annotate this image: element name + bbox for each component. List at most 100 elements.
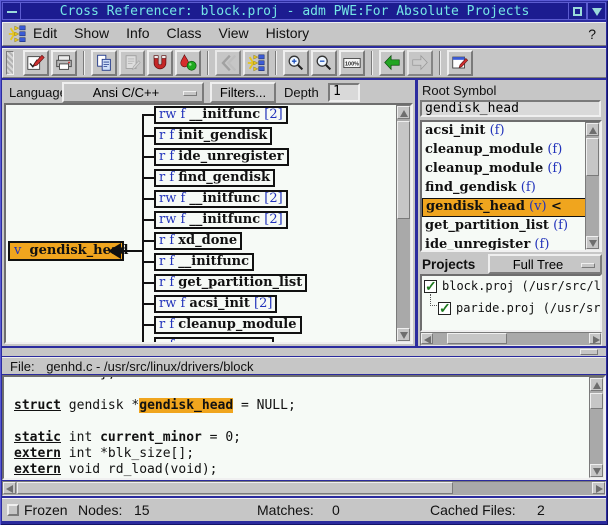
symbol-list-scrollbar[interactable] [585, 122, 600, 250]
menu-edit[interactable]: Edit [33, 25, 57, 41]
node-access-kind: rw f [159, 212, 189, 227]
properties-button[interactable] [447, 50, 473, 76]
symbol-row[interactable]: gendisk_head (v) < [422, 198, 600, 217]
scroll-up-button[interactable] [586, 123, 599, 136]
forward-button[interactable] [407, 50, 433, 76]
check-icon: ✓ [425, 278, 437, 295]
root-symbol-field[interactable]: gendisk_head [420, 100, 601, 117]
option-menu-indicator-icon [581, 263, 595, 268]
symbol-name: ide_unregister [425, 237, 530, 252]
symbol-row[interactable]: find_gendisk (f) [422, 179, 600, 198]
node-access-kind: rw f [159, 107, 189, 122]
title-bar[interactable]: Cross Referencer: block.proj - adm PWE:F… [2, 2, 606, 20]
tree-node[interactable]: r f ide_unregister [154, 148, 289, 166]
tree-node[interactable]: rw f __initfunc [2] [154, 211, 288, 229]
symbol-row[interactable]: ide_unregister (f) [422, 236, 600, 252]
toolbar-separator [207, 51, 209, 75]
tree-node[interactable]: r f __initfunc [154, 253, 254, 271]
scroll-right-button[interactable] [592, 482, 605, 494]
sash-handle[interactable] [580, 349, 598, 355]
code-vertical-scrollbar[interactable] [589, 377, 604, 478]
maximize-button[interactable] [568, 2, 587, 20]
menu-show[interactable]: Show [74, 25, 109, 41]
project-item[interactable]: block.proj (/usr/src/li [442, 279, 602, 295]
project-item[interactable]: paride.proj (/usr/src [456, 301, 602, 317]
tree-root-node[interactable]: v gendisk_head [8, 241, 124, 261]
depth-field[interactable]: 1 [328, 83, 360, 102]
projects-horizontal-scrollbar[interactable] [420, 332, 602, 346]
magnet-button[interactable] [147, 50, 173, 76]
scroll-down-button[interactable] [397, 328, 410, 341]
edit-check-icon [26, 53, 46, 73]
menu-class[interactable]: Class [167, 25, 202, 41]
toolbar-grip[interactable] [6, 51, 14, 75]
back-button[interactable] [379, 50, 405, 76]
properties-icon [450, 53, 470, 73]
tree-node[interactable]: rw f __initfunc [2] [154, 106, 288, 124]
scroll-right-button[interactable] [589, 333, 601, 344]
filters-button[interactable]: Filters... [210, 82, 276, 103]
scroll-left-button[interactable] [3, 482, 16, 494]
scroll-thumb[interactable] [586, 138, 599, 176]
tree-vertical-scrollbar[interactable] [396, 105, 411, 342]
colorize-button[interactable] [175, 50, 201, 76]
node-name: get_partition_list [178, 275, 302, 290]
tree-node[interactable]: r f get_partition_list [154, 274, 307, 292]
frozen-checkbox[interactable] [7, 504, 19, 516]
menu-info[interactable]: Info [126, 25, 149, 41]
language-dropdown[interactable]: Ansi C/C++ [62, 82, 204, 103]
symbol-row[interactable]: get_partition_list (f) [422, 217, 600, 236]
tree-node[interactable]: rw f __initfunc [2] [154, 190, 288, 208]
tree-node-clipped[interactable]: r f [154, 337, 274, 344]
scroll-up-button[interactable] [590, 378, 603, 391]
reference-tree-panel[interactable]: v gendisk_head rw f __initfunc [2] r f in… [4, 103, 413, 344]
scroll-thumb[interactable] [590, 393, 603, 409]
symbol-row[interactable]: cleanup_module (f) [422, 160, 600, 179]
scroll-thumb[interactable] [17, 482, 453, 494]
source-code-panel[interactable]: };struct gendisk *gendisk_head = NULL;st… [2, 375, 606, 480]
projects-list[interactable]: ✓ block.proj (/usr/src/li ✓ paride.proj (/u… [420, 274, 602, 332]
code-line [4, 414, 587, 430]
node-count: [2] [250, 296, 273, 311]
scroll-up-button[interactable] [397, 106, 410, 119]
scroll-thumb[interactable] [447, 333, 507, 344]
scroll-left-button[interactable] [421, 333, 433, 344]
menu-history[interactable]: History [266, 25, 310, 41]
symbol-name: cleanup_module [425, 161, 543, 176]
zoom-out-button[interactable] [311, 50, 337, 76]
print-button[interactable] [51, 50, 77, 76]
scroll-down-button[interactable] [586, 236, 599, 249]
edit-check-button[interactable] [23, 50, 49, 76]
code-text-token: }; [100, 375, 116, 381]
help-menu[interactable]: ? [588, 26, 596, 42]
symbol-list[interactable]: acsi_init (f)cleanup_module (f)cleanup_m… [420, 120, 602, 252]
copy-button[interactable] [91, 50, 117, 76]
shade-button[interactable] [587, 2, 606, 20]
paste-button[interactable] [119, 50, 145, 76]
project-checkbox[interactable]: ✓ [438, 302, 451, 315]
unfold-tree-button[interactable] [243, 50, 269, 76]
symbol-name: gendisk_head [426, 199, 525, 214]
tree-node[interactable]: r f find_gendisk [154, 169, 275, 187]
print-icon [54, 53, 74, 73]
zoom-in-button[interactable] [283, 50, 309, 76]
crossref-button[interactable] [215, 50, 241, 76]
status-bar: Frozen Nodes: 15 Matches: 0 Cached Files… [2, 498, 606, 521]
projects-mode-dropdown[interactable]: Full Tree [488, 254, 602, 274]
zoom-100-button[interactable]: 100% [339, 50, 365, 76]
tree-node[interactable]: r f xd_done [154, 232, 242, 250]
symbol-row[interactable]: acsi_init (f) [422, 122, 600, 141]
code-horizontal-scrollbar[interactable] [2, 481, 606, 496]
arrow-down-icon [593, 468, 601, 475]
menu-view[interactable]: View [219, 25, 249, 41]
scroll-thumb[interactable] [397, 121, 410, 219]
window-menu-button[interactable] [2, 2, 21, 20]
tree-node[interactable]: rw f acsi_init [2] [154, 295, 277, 313]
tree-node[interactable]: r f cleanup_module [154, 316, 302, 334]
project-checkbox[interactable]: ✓ [424, 280, 437, 293]
symbol-kind: (f) [517, 180, 536, 195]
scroll-down-button[interactable] [590, 464, 603, 477]
symbol-row[interactable]: cleanup_module (f) [422, 141, 600, 160]
language-label: Language [9, 85, 67, 100]
tree-node[interactable]: r f init_gendisk [154, 127, 272, 145]
